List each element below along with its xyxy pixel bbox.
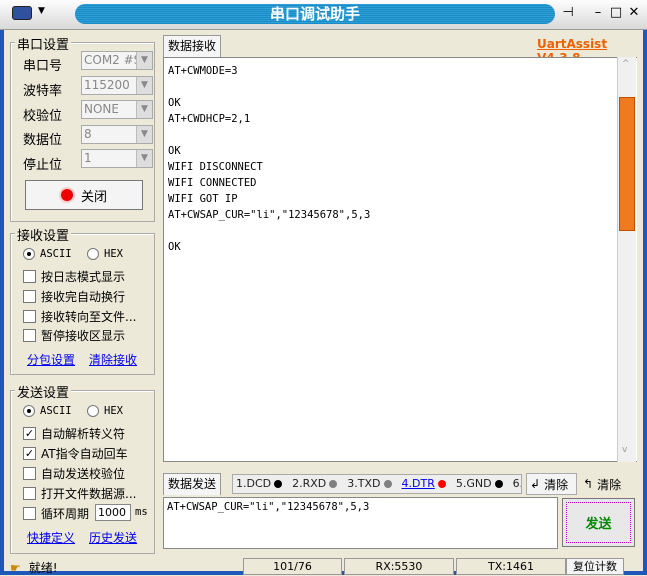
hand-icon: ☛ [10,560,21,575]
receive-settings-group: 接收设置 ASCII HEX 按日志模式显示 接收完自动换行 接收转向至文件..… [10,225,155,375]
recv-hex-radio[interactable]: HEX [87,248,123,260]
group-title: 接收设置 [15,225,72,244]
signal-txd[interactable]: 3.TXD [347,475,392,493]
shortcut-define-link[interactable]: 快捷定义 [27,529,75,546]
parity-select[interactable]: NONE ▼ [81,100,153,119]
up-arrow-icon: ↰ [583,477,594,491]
file-source-checkbox[interactable]: 打开文件数据源... [23,485,136,502]
receive-text-area[interactable]: AT+CWMODE=3 OK AT+CWDHCP=2,1 OK WIFI DIS… [163,57,637,462]
signal-d[interactable]: 6.D [512,475,521,493]
signal-label: 5.GND [455,477,492,490]
title-bar: ▼ 串口调试助手 ⊣ – □ ✕ [0,0,647,30]
clear-send-button[interactable]: ↰ 清除 [580,473,635,495]
signal-led-icon [274,480,283,488]
signal-dtr[interactable]: 4.DTR [402,475,446,493]
status-tx: TX:1461 [456,558,566,575]
return-arrow-icon: ↲ [530,477,541,491]
recv-pause-checkbox[interactable]: 暂停接收区显示 [23,327,125,344]
port-select[interactable]: COM2 #Sil ▼ [81,51,153,70]
status-led-icon [60,189,73,201]
signal-dcd[interactable]: 1.DCD [236,475,283,493]
receive-scrollbar[interactable]: ^ v [617,57,636,462]
minimize-button[interactable]: – [590,5,606,21]
signal-led-icon [437,480,446,488]
recv-auto-newline-checkbox[interactable]: 接收完自动换行 [23,288,125,305]
baud-select[interactable]: 115200 ▼ [81,76,153,95]
databits-label: 数据位 [23,133,63,148]
maximize-button[interactable]: □ [608,5,624,21]
send-history-link[interactable]: 历史发送 [89,529,137,546]
tab-send[interactable]: 数据发送 [163,473,222,495]
status-count: 101/76 [243,558,342,575]
signal-led-icon [383,480,392,488]
recv-log-mode-checkbox[interactable]: 按日志模式显示 [23,268,125,285]
window-title: 串口调试助手 [75,4,555,24]
packet-settings-link[interactable]: 分包设置 [27,351,75,368]
send-button[interactable]: 发送 [562,498,635,547]
close-window-button[interactable]: ✕ [626,5,642,21]
signal-bar: 1.DCD 2.RXD 3.TXD 4.DTR 5.GND 6.D [232,474,522,494]
tab-receive[interactable]: 数据接收 [163,35,222,57]
group-title: 发送设置 [15,382,72,401]
signal-led-icon [329,480,338,488]
close-port-label: 关闭 [80,189,107,205]
send-input[interactable]: AT+CWSAP_CUR="li","12345678",5,3 [163,497,558,549]
signal-label: 2.RXD [292,477,327,490]
status-rx: RX:5530 [344,558,454,575]
auto-checksum-checkbox[interactable]: 自动发送校验位 [23,465,125,482]
clear-receive-button[interactable]: ↲ 清除 [526,473,577,495]
serial-settings-group: 串口设置 串口号 COM2 #Sil ▼ 波特率 115200 ▼ 校验位 NONE… [10,34,155,222]
send-input-text: AT+CWSAP_CUR="li","12345678",5,3 [167,501,370,513]
port-label: 串口号 [23,59,63,74]
close-port-button[interactable]: 关闭 [25,180,143,210]
signal-label: 6.D [512,477,521,490]
pin-icon[interactable]: ⊣ [560,5,576,21]
group-title: 串口设置 [15,34,72,53]
chevron-down-icon: ▼ [136,101,152,118]
send-hex-radio[interactable]: HEX [87,405,123,417]
reset-count-button[interactable]: 复位计数 [566,558,624,575]
parity-label: 校验位 [23,109,63,124]
signal-rxd[interactable]: 2.RXD [292,475,338,493]
signal-led-icon [494,480,503,488]
baud-label: 波特率 [23,84,63,99]
stopbits-select[interactable]: 1 ▼ [81,149,153,168]
send-settings-group: 发送设置 ASCII HEX ✓ 自动解析转义符 ✓ AT指令自动回车 自动发送校验… [10,382,155,554]
recv-to-file-checkbox[interactable]: 接收转向至文件... [23,308,136,325]
databits-select[interactable]: 8 ▼ [81,125,153,144]
loop-period-checkbox[interactable]: 循环周期 [23,505,89,522]
period-input[interactable]: 1000 [95,504,131,521]
send-ascii-radio[interactable]: ASCII [23,405,72,417]
signal-gnd[interactable]: 5.GND [456,475,503,493]
signal-label: 4.DTR [401,477,435,490]
receive-text: AT+CWMODE=3 OK AT+CWDHCP=2,1 OK WIFI DIS… [168,65,371,253]
chevron-down-icon: ▼ [136,52,152,69]
chevron-down-icon: ▼ [136,126,152,143]
signal-label: 3.TXD [347,477,381,490]
scrollbar-thumb[interactable] [619,97,635,231]
at-auto-crlf-checkbox[interactable]: ✓ AT指令自动回车 [23,445,128,462]
clear-receive-link[interactable]: 清除接收 [89,351,137,368]
menu-dropdown-icon[interactable]: ▼ [38,6,45,16]
period-unit: ms [135,506,148,518]
chevron-down-icon: ▼ [136,77,152,94]
stopbits-label: 停止位 [23,158,63,173]
signal-label: 1.DCD [236,477,272,490]
recv-ascii-radio[interactable]: ASCII [23,248,72,260]
parse-escape-checkbox[interactable]: ✓ 自动解析转义符 [23,425,125,442]
status-ready: ☛ 就绪! [10,560,58,576]
chevron-down-icon: ▼ [136,150,152,167]
app-icon[interactable] [12,6,32,20]
